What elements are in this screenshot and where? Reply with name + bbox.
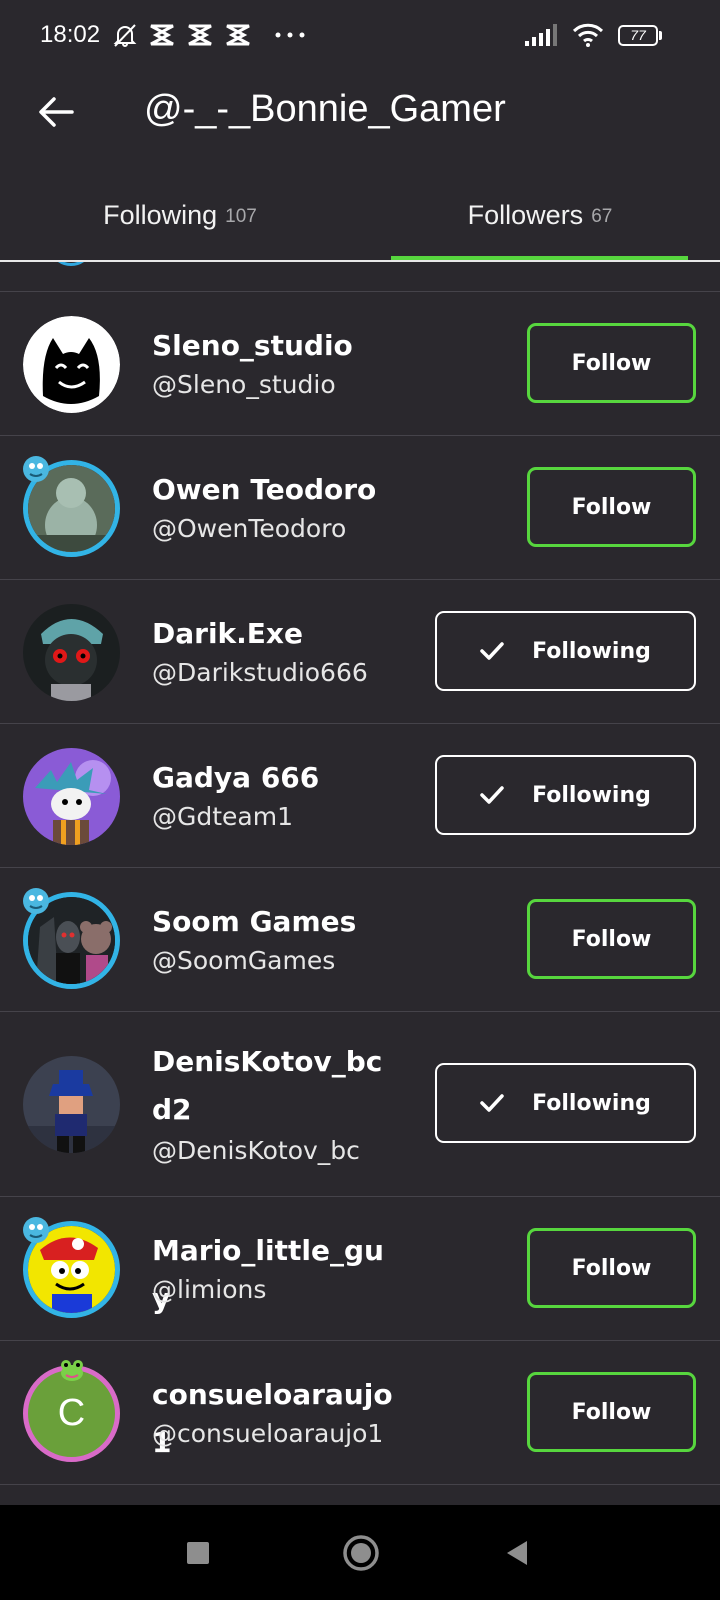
avatar-image	[23, 1056, 120, 1153]
user-name[interactable]: DenisKotov_bcd2	[152, 1038, 402, 1134]
system-nav-bar	[0, 1505, 720, 1600]
wifi-icon	[572, 23, 604, 47]
user-handle: @OwenTeodoro	[152, 514, 347, 543]
list-item[interactable]: Sleno_studio @Sleno_studio Follow	[0, 292, 720, 436]
avatar[interactable]	[23, 888, 120, 989]
tab-count: 67	[591, 205, 613, 227]
arrow-left-icon	[39, 97, 74, 127]
follow-button[interactable]: Follow	[527, 1372, 696, 1452]
recents-square-icon[interactable]	[186, 1541, 210, 1565]
user-name[interactable]: Sleno_studio	[152, 322, 402, 370]
follow-button-label: Follow	[571, 494, 652, 520]
list-item[interactable]: Darik.Exe @Darikstudio666 Following	[0, 580, 720, 724]
tab-bar: Following 107 Followers 67	[0, 170, 720, 262]
avatar-image	[23, 604, 120, 701]
following-button-label: Following	[532, 782, 651, 808]
follow-button[interactable]: Follow	[527, 323, 696, 403]
battery-tip	[659, 30, 662, 40]
avatar[interactable]	[23, 604, 120, 701]
signal-icon	[525, 24, 557, 46]
user-name[interactable]: Soom Games	[152, 898, 402, 946]
list-item[interactable]: Gadya 666 @Gdteam1 Following	[0, 724, 720, 868]
user-handle: @Darikstudio666	[152, 658, 368, 687]
home-circle-icon[interactable]	[342, 1534, 380, 1572]
avatar[interactable]	[23, 1056, 120, 1153]
status-left: 18:02	[40, 21, 306, 49]
creator-badge-icon	[23, 888, 49, 914]
app-notification-icon	[150, 24, 174, 46]
following-button[interactable]: Following	[435, 1063, 696, 1143]
frog-badge-icon	[61, 1360, 83, 1381]
tab-following[interactable]: Following 107	[0, 170, 360, 260]
avatar-image	[23, 748, 120, 845]
page-title: @-_-_Bonnie_Gamer	[144, 88, 506, 130]
list-item[interactable]: Soom Games @SoomGames Follow	[0, 868, 720, 1012]
avatar-letter: C	[57, 1392, 86, 1434]
user-name[interactable]: Darik.Exe	[152, 610, 402, 658]
follow-button[interactable]: Follow	[527, 467, 696, 547]
user-handle: @Gdteam1	[152, 802, 294, 831]
user-name[interactable]: Owen Teodoro	[152, 466, 402, 514]
follow-button[interactable]: Follow	[527, 1228, 696, 1308]
user-handle: @limions	[152, 1275, 267, 1304]
list-item[interactable]: C consueloaraujo1 @consueloaraujo1 Follo…	[0, 1341, 720, 1485]
avatar-image	[23, 748, 120, 845]
follow-button-label: Follow	[571, 1399, 652, 1425]
status-time: 18:02	[40, 21, 101, 48]
user-handle: @consueloaraujo1	[152, 1419, 384, 1448]
list-item[interactable]: Mario_little_guy @limions Follow	[0, 1197, 720, 1341]
following-button[interactable]: Following	[435, 611, 696, 691]
followers-list[interactable]: Sleno_studio @Sleno_studio Follow Owen T…	[0, 292, 720, 1485]
avatar-image	[23, 316, 120, 413]
muted-bell-icon	[113, 24, 137, 47]
follow-button-label: Follow	[571, 1255, 652, 1281]
user-handle: @SoomGames	[152, 946, 336, 975]
user-name[interactable]: Gadya 666	[152, 754, 402, 802]
back-button[interactable]	[34, 90, 78, 134]
back-triangle-icon[interactable]	[505, 1540, 529, 1566]
avatar	[48, 262, 94, 266]
status-right: 77	[524, 22, 662, 48]
tab-count: 107	[225, 205, 257, 227]
checkmark-icon	[480, 642, 504, 660]
battery-icon: 77	[618, 24, 662, 46]
battery-level: 77	[618, 24, 658, 46]
tab-label: Followers	[467, 199, 584, 230]
follow-button[interactable]: Follow	[527, 899, 696, 979]
status-bar: 18:02 77	[0, 0, 720, 70]
creator-badge-icon	[23, 456, 49, 482]
avatar[interactable]	[23, 748, 120, 845]
follow-button-label: Follow	[571, 926, 652, 952]
checkmark-icon	[480, 786, 504, 804]
avatar-image	[23, 316, 120, 413]
avatar-image	[23, 1056, 120, 1153]
tab-label: Following	[103, 199, 218, 230]
list-item[interactable]: Owen Teodoro @OwenTeodoro Follow	[0, 436, 720, 580]
following-button[interactable]: Following	[435, 755, 696, 835]
following-button-label: Following	[532, 1090, 651, 1116]
notification-icons	[112, 22, 306, 48]
avatar[interactable]	[23, 456, 120, 557]
checkmark-icon	[480, 1094, 504, 1112]
following-button-label: Following	[532, 638, 651, 664]
creator-badge-icon	[23, 1217, 49, 1243]
follow-button-label: Follow	[571, 350, 652, 376]
user-handle: @Sleno_studio	[152, 370, 336, 399]
avatar[interactable]: C	[23, 1360, 120, 1462]
list-item[interactable]: DenisKotov_bcd2 @DenisKotov_bc Following	[0, 1012, 720, 1197]
tab-followers[interactable]: Followers 67	[360, 170, 720, 260]
more-dots-icon	[275, 32, 305, 38]
header: @-_-_Bonnie_Gamer	[0, 70, 720, 155]
list-item-partial	[0, 262, 720, 292]
app-notification-icon	[226, 24, 250, 46]
active-tab-indicator	[391, 256, 688, 260]
user-handle: @DenisKotov_bc	[152, 1136, 360, 1165]
avatar[interactable]	[23, 1217, 120, 1318]
app-notification-icon	[188, 24, 212, 46]
avatar-image	[23, 604, 120, 701]
avatar[interactable]	[23, 316, 120, 413]
